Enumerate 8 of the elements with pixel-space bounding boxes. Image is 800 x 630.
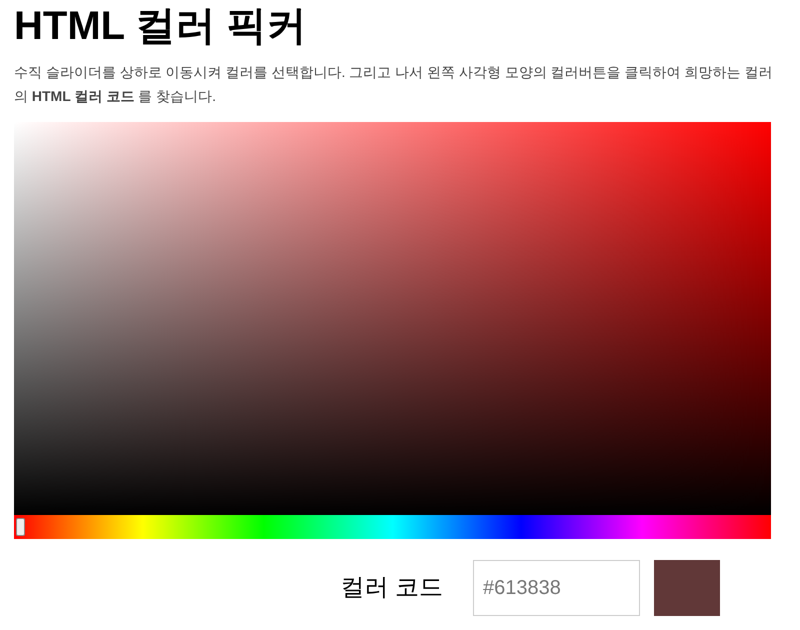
hue-slider[interactable]	[14, 515, 771, 539]
color-swatch[interactable]	[654, 560, 720, 616]
slider-thumb[interactable]	[16, 518, 25, 536]
description: 수직 슬라이더를 상하로 이동시켜 컬러를 선택합니다. 그리고 나서 왼쪽 사각형 모양의 컬러버튼을 클릭하여 희망하는 컬러의 HTML 컬러 코드 를 찾습니다.	[14, 63, 774, 106]
saturation-value-area[interactable]	[14, 122, 771, 515]
color-code-label: 컬러 코드	[340, 573, 443, 603]
page-title: HTML 컬러 픽커	[14, 3, 308, 50]
color-code-field[interactable]: #613838	[473, 560, 640, 616]
